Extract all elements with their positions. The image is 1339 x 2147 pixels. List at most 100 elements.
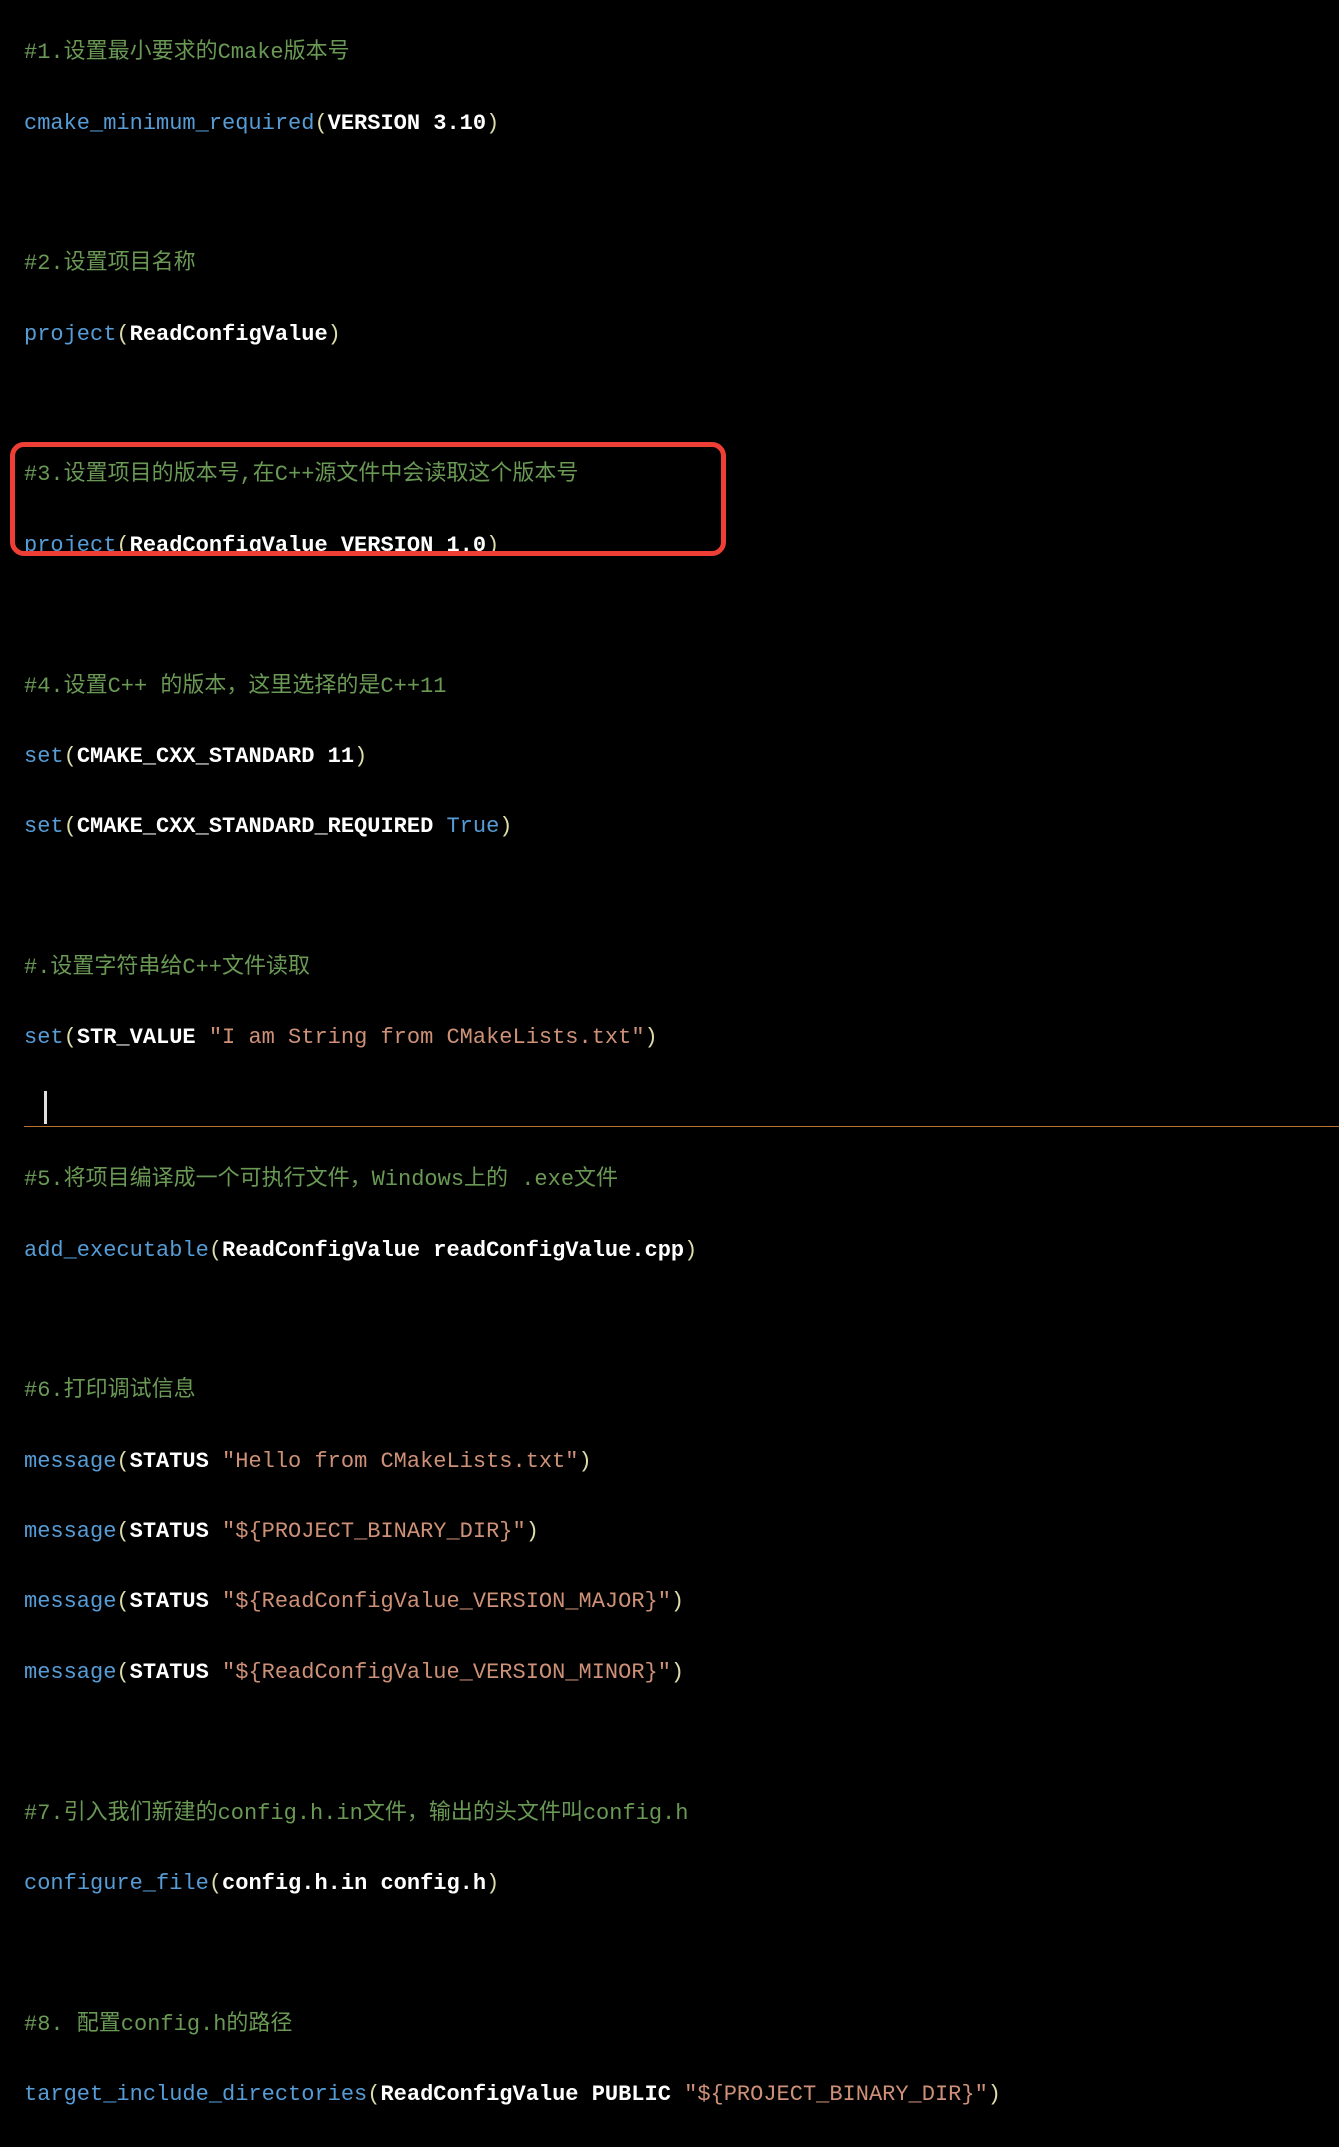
code-line[interactable]: message(STATUS "${ReadConfigValue_VERSIO… <box>24 1584 1339 1619</box>
string-literal: "Hello from CMakeLists.txt" <box>222 1449 578 1474</box>
string-literal: "${ReadConfigValue_VERSION_MAJOR}" <box>222 1589 671 1614</box>
argument: VERSION 3.10 <box>328 111 486 136</box>
close-paren: ) <box>499 814 512 839</box>
blank-line[interactable] <box>24 1936 1339 1971</box>
cmake-function: project <box>24 533 116 558</box>
comment: #.设置字符串给C++文件读取 <box>24 955 310 980</box>
code-line[interactable]: #.设置字符串给C++文件读取 <box>24 950 1339 985</box>
blank-line[interactable] <box>24 176 1339 211</box>
code-line[interactable]: #7.引入我们新建的config.h.in文件，输出的头文件叫config.h <box>24 1796 1339 1831</box>
open-paren: ( <box>116 322 129 347</box>
open-paren: ( <box>116 1589 129 1614</box>
comment: #6.打印调试信息 <box>24 1378 196 1403</box>
argument: STATUS <box>130 1660 222 1685</box>
code-line[interactable]: message(STATUS "Hello from CMakeLists.tx… <box>24 1444 1339 1479</box>
close-paren: ) <box>486 111 499 136</box>
code-line[interactable]: #2.设置项目名称 <box>24 246 1339 281</box>
cmake-function: add_executable <box>24 1238 209 1263</box>
code-line[interactable]: message(STATUS "${ReadConfigValue_VERSIO… <box>24 1655 1339 1690</box>
cmake-function: cmake_minimum_required <box>24 111 314 136</box>
open-paren: ( <box>314 111 327 136</box>
code-line[interactable]: message(STATUS "${PROJECT_BINARY_DIR}") <box>24 1514 1339 1549</box>
code-line[interactable]: set(CMAKE_CXX_STANDARD_REQUIRED True) <box>24 809 1339 844</box>
code-line[interactable]: configure_file(config.h.in config.h) <box>24 1866 1339 1901</box>
cmake-function: target_include_directories <box>24 2082 367 2107</box>
string-literal: "${PROJECT_BINARY_DIR}" <box>222 1519 526 1544</box>
close-paren: ) <box>988 2082 1001 2107</box>
comment: #7.引入我们新建的config.h.in文件，输出的头文件叫config.h <box>24 1801 688 1826</box>
argument: STATUS <box>130 1449 222 1474</box>
argument: STATUS <box>130 1519 222 1544</box>
code-line[interactable]: target_include_directories(ReadConfigVal… <box>24 2077 1339 2112</box>
close-paren: ) <box>671 1589 684 1614</box>
code-line[interactable]: #1.设置最小要求的Cmake版本号 <box>24 35 1339 70</box>
cmake-function: set <box>24 814 64 839</box>
code-line[interactable]: project(ReadConfigValue) <box>24 317 1339 352</box>
cmake-function: project <box>24 322 116 347</box>
comment: #4.设置C++ 的版本，这里选择的是C++11 <box>24 674 446 699</box>
close-paren: ) <box>579 1449 592 1474</box>
argument: ReadConfigValue PUBLIC <box>380 2082 684 2107</box>
close-paren: ) <box>354 744 367 769</box>
open-paren: ( <box>209 1871 222 1896</box>
blank-line[interactable] <box>24 1303 1339 1338</box>
cmake-function: message <box>24 1519 116 1544</box>
open-paren: ( <box>64 744 77 769</box>
comment: #2.设置项目名称 <box>24 251 196 276</box>
cmake-function: message <box>24 1449 116 1474</box>
code-line[interactable]: add_executable(ReadConfigValue readConfi… <box>24 1233 1339 1268</box>
comment: #5.将项目编译成一个可执行文件，Windows上的 .exe文件 <box>24 1167 618 1192</box>
code-line[interactable]: #5.将项目编译成一个可执行文件，Windows上的 .exe文件 <box>24 1162 1339 1197</box>
close-paren: ) <box>684 1238 697 1263</box>
argument: ReadConfigValue readConfigValue.cpp <box>222 1238 684 1263</box>
close-paren: ) <box>671 1660 684 1685</box>
argument: STATUS <box>130 1589 222 1614</box>
argument: ReadConfigValue <box>130 322 328 347</box>
close-paren: ) <box>645 1025 658 1050</box>
argument: STR_VALUE <box>77 1025 209 1050</box>
cmake-function: set <box>24 1025 64 1050</box>
open-paren: ( <box>64 1025 77 1050</box>
code-line[interactable]: project(ReadConfigValue VERSION 1.0) <box>24 528 1339 563</box>
text-cursor-icon <box>44 1091 47 1124</box>
blank-line[interactable] <box>24 387 1339 422</box>
blank-line[interactable] <box>24 880 1339 915</box>
close-paren: ) <box>486 1871 499 1896</box>
cmake-function: message <box>24 1589 116 1614</box>
open-paren: ( <box>209 1238 222 1263</box>
open-paren: ( <box>367 2082 380 2107</box>
comment: #3.设置项目的版本号,在C++源文件中会读取这个版本号 <box>24 462 578 487</box>
close-paren: ) <box>486 533 499 558</box>
code-line[interactable]: #6.打印调试信息 <box>24 1373 1339 1408</box>
cmake-function: configure_file <box>24 1871 209 1896</box>
argument: config.h.in config.h <box>222 1871 486 1896</box>
string-literal: "I am String from CMakeLists.txt" <box>209 1025 645 1050</box>
code-line[interactable]: set(CMAKE_CXX_STANDARD 11) <box>24 739 1339 774</box>
close-paren: ) <box>328 322 341 347</box>
code-line[interactable]: #4.设置C++ 的版本，这里选择的是C++11 <box>24 669 1339 704</box>
string-literal: "${PROJECT_BINARY_DIR}" <box>684 2082 988 2107</box>
blank-line[interactable] <box>24 598 1339 633</box>
open-paren: ( <box>64 814 77 839</box>
code-line[interactable]: set(STR_VALUE "I am String from CMakeLis… <box>24 1020 1339 1055</box>
code-line[interactable]: cmake_minimum_required(VERSION 3.10) <box>24 106 1339 141</box>
code-line[interactable]: #3.设置项目的版本号,在C++源文件中会读取这个版本号 <box>24 457 1339 492</box>
cmake-function: set <box>24 744 64 769</box>
open-paren: ( <box>116 533 129 558</box>
open-paren: ( <box>116 1519 129 1544</box>
cursor-line[interactable] <box>24 1091 1339 1127</box>
code-line[interactable]: #8. 配置config.h的路径 <box>24 2007 1339 2042</box>
open-paren: ( <box>116 1660 129 1685</box>
string-literal: "${ReadConfigValue_VERSION_MINOR}" <box>222 1660 671 1685</box>
literal: True <box>446 814 499 839</box>
argument: CMAKE_CXX_STANDARD 11 <box>77 744 354 769</box>
cmake-function: message <box>24 1660 116 1685</box>
open-paren: ( <box>116 1449 129 1474</box>
comment: #1.设置最小要求的Cmake版本号 <box>24 40 350 65</box>
argument: CMAKE_CXX_STANDARD_REQUIRED <box>77 814 447 839</box>
blank-line[interactable] <box>24 1725 1339 1760</box>
argument: ReadConfigValue VERSION 1.0 <box>130 533 486 558</box>
close-paren: ) <box>526 1519 539 1544</box>
code-editor[interactable]: #1.设置最小要求的Cmake版本号 cmake_minimum_require… <box>0 0 1339 2147</box>
comment: #8. 配置config.h的路径 <box>24 2012 292 2037</box>
